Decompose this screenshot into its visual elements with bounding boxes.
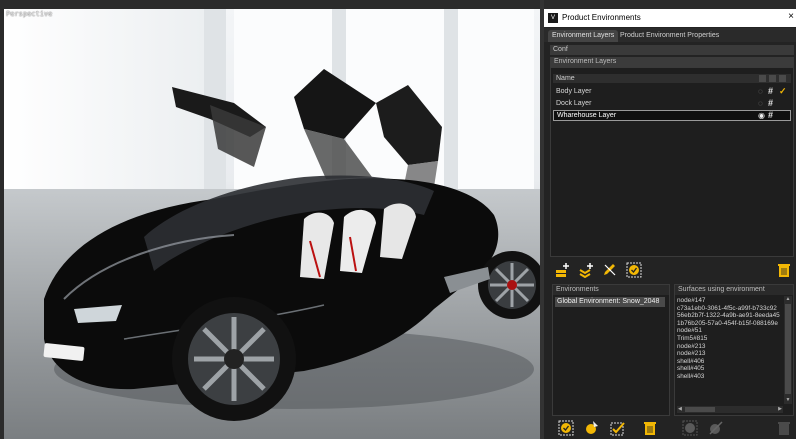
eye-hidden-icon[interactable]: ◌ (758, 98, 763, 109)
scroll-up-icon[interactable]: ▲ (784, 296, 792, 303)
visibility-column-header[interactable] (759, 75, 766, 82)
environment-layers-group-title: Environment Layers (550, 57, 794, 67)
bottom-toolbar (550, 417, 796, 439)
list-item[interactable]: node#147 (677, 297, 781, 305)
apply-environment-icon[interactable] (610, 420, 626, 436)
layers-toolbar (550, 259, 794, 281)
list-item[interactable]: 56eb2b7f-1322-4a9b-ae91-8eeda45 (677, 312, 781, 320)
layer-row-dock[interactable]: Dock Layer ◌ # (553, 98, 791, 109)
surfaces-list[interactable]: Surfaces using environment node#147 c73a… (674, 284, 794, 416)
vertical-scrollbar[interactable]: ▲ ▼ (784, 296, 792, 404)
list-item[interactable]: shell#403 (677, 373, 781, 381)
tab-environment-layers[interactable]: Environment Layers (548, 30, 619, 42)
scroll-left-icon[interactable]: ◀ (678, 406, 682, 413)
hash-icon[interactable]: # (768, 111, 773, 120)
delete-environment-icon[interactable] (642, 420, 658, 436)
apply-layer-icon[interactable] (626, 262, 642, 278)
vred-app-icon: V (548, 13, 558, 23)
add-layer-icon[interactable] (554, 262, 570, 278)
horizontal-scrollbar[interactable]: ◀ ▶ (677, 406, 783, 413)
eye-hidden-icon[interactable]: ◌ (758, 86, 763, 97)
list-item[interactable]: shell#406 (677, 358, 781, 366)
viewport-label: Perspective (6, 10, 53, 18)
assign-environment-icon[interactable] (584, 420, 600, 436)
layer-name: Wharehouse Layer (557, 112, 617, 119)
unassign-surface-icon[interactable] (708, 420, 724, 436)
active-column-header[interactable] (779, 75, 786, 82)
surfaces-title: Surfaces using environment (675, 285, 793, 295)
concept-car-render (43, 69, 540, 421)
scroll-down-icon[interactable]: ▼ (784, 397, 792, 404)
tab-bar: Environment Layers Product Environment P… (544, 28, 796, 42)
environments-title: Environments (553, 285, 669, 295)
window-title: Product Environments (562, 13, 641, 22)
layer-row-body[interactable]: Body Layer ◌ # ✓ (553, 86, 791, 97)
list-item[interactable]: c73a1eb0-3061-4f5c-a99f-b733c92 (677, 305, 781, 313)
environments-list[interactable]: Environments Global Environment: Snow_20… (552, 284, 670, 416)
hash-icon[interactable]: # (768, 98, 773, 109)
edit-layer-icon[interactable] (602, 262, 618, 278)
add-sublayer-icon[interactable] (578, 262, 594, 278)
environment-item[interactable]: Global Environment: Snow_2048 (555, 297, 665, 307)
conf-field[interactable]: Conf (550, 45, 794, 55)
window-titlebar[interactable]: V Product Environments × (544, 9, 796, 27)
name-column-label: Name (556, 75, 575, 82)
scroll-right-icon[interactable]: ▶ (778, 406, 782, 413)
hash-icon[interactable]: # (768, 86, 773, 97)
list-item[interactable]: node#213 (677, 343, 781, 351)
delete-surface-icon[interactable] (776, 420, 792, 436)
render-viewport[interactable]: Perspective (4, 9, 540, 439)
select-surface-icon[interactable] (682, 420, 698, 436)
delete-icon[interactable] (776, 262, 792, 278)
list-item[interactable]: node#213 (677, 350, 781, 358)
layer-name: Body Layer (556, 88, 592, 95)
list-item[interactable]: Trim5#815 (677, 335, 781, 343)
close-icon[interactable]: × (788, 11, 794, 22)
list-item[interactable]: 1b76b205-57a0-454f-b15f-088169e (677, 320, 781, 328)
tab-product-environment-properties[interactable]: Product Environment Properties (616, 30, 723, 42)
list-item[interactable]: shell#405 (677, 365, 781, 373)
hash-column-header[interactable] (769, 75, 776, 82)
scrollbar-thumb[interactable] (685, 407, 715, 412)
layer-name: Dock Layer (556, 100, 592, 107)
surfaces-items: node#147 c73a1eb0-3061-4f5c-a99f-b733c92… (677, 297, 781, 401)
product-environments-panel: V Product Environments × Environment Lay… (544, 9, 796, 439)
list-item[interactable]: node#51 (677, 327, 781, 335)
eye-icon[interactable]: ◉ (758, 111, 765, 120)
environment-layers-list[interactable]: Name Body Layer ◌ # ✓ Dock Layer ◌ # Wha… (550, 67, 794, 257)
select-environment-icon[interactable] (558, 420, 574, 436)
active-check-icon[interactable]: ✓ (779, 86, 787, 97)
scrollbar-thumb[interactable] (785, 304, 791, 394)
layer-row-wharehouse[interactable]: Wharehouse Layer ◉ # (553, 110, 791, 121)
layers-column-header: Name (553, 74, 791, 83)
